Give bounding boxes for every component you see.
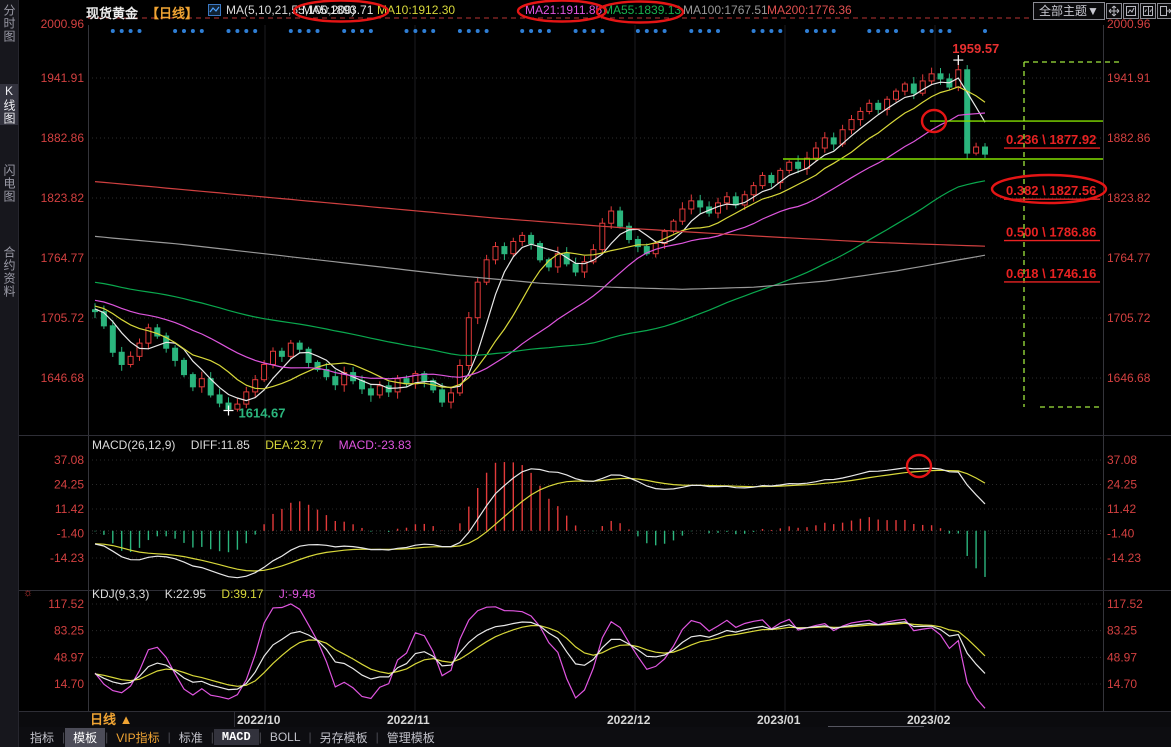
svg-text:-1.40: -1.40 bbox=[1107, 526, 1135, 540]
svg-text:24.25: 24.25 bbox=[54, 478, 84, 492]
month-label-2022/12: 2022/12 bbox=[607, 712, 650, 728]
macd-value: MACD:-23.83 bbox=[339, 438, 412, 452]
sidebar-item-1[interactable]: K线图 bbox=[0, 84, 18, 125]
svg-text:1646.68: 1646.68 bbox=[1107, 371, 1151, 385]
svg-text:1614.67: 1614.67 bbox=[239, 406, 286, 421]
kdj-title: KDJ(9,3,3) bbox=[92, 587, 149, 601]
tab-标准[interactable]: 标准 bbox=[171, 728, 211, 747]
svg-text:37.08: 37.08 bbox=[1107, 453, 1137, 467]
svg-text:1705.72: 1705.72 bbox=[41, 311, 85, 325]
svg-text:0.382 \ 1827.56: 0.382 \ 1827.56 bbox=[1006, 183, 1096, 198]
svg-text:83.25: 83.25 bbox=[54, 624, 84, 638]
axis-divider bbox=[234, 712, 235, 728]
period-selector[interactable]: 日线 ▲ bbox=[90, 712, 132, 728]
svg-text:1941.91: 1941.91 bbox=[41, 71, 85, 85]
svg-text:1959.57: 1959.57 bbox=[952, 41, 999, 56]
symbol-title: 现货黄金 bbox=[86, 3, 138, 19]
tab-VIP指标[interactable]: VIP指标 bbox=[108, 728, 167, 747]
svg-text:48.97: 48.97 bbox=[1107, 650, 1137, 664]
svg-text:83.25: 83.25 bbox=[1107, 624, 1137, 638]
panel-settings-icon[interactable]: ☼ bbox=[23, 587, 33, 599]
ma-value-0: MA5:1893.71 bbox=[302, 3, 373, 19]
sidebar-item-3[interactable]: 合约资料 bbox=[0, 246, 18, 298]
event-dots-row bbox=[111, 29, 987, 33]
macd-dea-value: DEA:23.77 bbox=[265, 438, 323, 452]
macd-header: MACD(26,12,9) DIFF:11.85 DEA:23.77 MACD:… bbox=[92, 438, 423, 452]
svg-text:1882.86: 1882.86 bbox=[41, 131, 85, 145]
month-label-2022/10: 2022/10 bbox=[237, 712, 280, 728]
tab-BOLL[interactable]: BOLL bbox=[262, 729, 309, 745]
svg-text:-1.40: -1.40 bbox=[57, 526, 85, 540]
move-tool-icon[interactable] bbox=[1106, 3, 1122, 19]
svg-text:1646.68: 1646.68 bbox=[41, 371, 85, 385]
svg-text:2000.96: 2000.96 bbox=[41, 17, 85, 31]
svg-text:14.70: 14.70 bbox=[54, 677, 84, 691]
svg-text:2000.96: 2000.96 bbox=[1107, 17, 1151, 31]
ma-value-2: MA21:1911.85 bbox=[525, 3, 602, 19]
month-label-2022/11: 2022/11 bbox=[387, 712, 430, 728]
tab-管理模板[interactable]: 管理模板 bbox=[379, 728, 443, 747]
chart-canvas[interactable]: 2000.96 2000.96 1941.91 1941.91 1882.86 1882.… bbox=[0, 0, 1171, 747]
sidebar-item-0[interactable]: 分时图 bbox=[0, 4, 18, 43]
gridlines bbox=[88, 18, 1103, 711]
trading-app-window: 2000.96 2000.96 1941.91 1941.91 1882.86 1882.… bbox=[0, 0, 1171, 747]
svg-text:1941.91: 1941.91 bbox=[1107, 71, 1151, 85]
pane-split-icon[interactable] bbox=[1140, 3, 1156, 19]
ma-value-1: MA10:1912.30 bbox=[377, 3, 455, 19]
svg-text:117.52: 117.52 bbox=[48, 597, 84, 611]
kdj-header: KDJ(9,3,3) K:22.95 D:39.17 J:-9.48 bbox=[92, 587, 327, 601]
svg-text:0.236 \ 1877.92: 0.236 \ 1877.92 bbox=[1006, 132, 1096, 147]
svg-text:24.25: 24.25 bbox=[1107, 478, 1137, 492]
month-label-2023/01: 2023/01 bbox=[757, 712, 800, 728]
period-tag: 【日线】 bbox=[146, 3, 198, 19]
svg-text:-14.23: -14.23 bbox=[50, 551, 84, 565]
panel-borders bbox=[18, 25, 1171, 711]
svg-text:1764.77: 1764.77 bbox=[41, 251, 85, 265]
svg-text:1823.82: 1823.82 bbox=[1107, 191, 1151, 205]
macd-layer bbox=[88, 462, 1103, 578]
tab-指标[interactable]: 指标 bbox=[22, 728, 62, 747]
pane-layout-icon[interactable] bbox=[1123, 3, 1139, 19]
svg-text:11.42: 11.42 bbox=[1107, 502, 1136, 516]
ma-value-3: MA55:1839.13 bbox=[603, 3, 681, 19]
svg-text:14.70: 14.70 bbox=[1107, 677, 1137, 691]
sidebar-item-2[interactable]: 闪电图 bbox=[0, 164, 18, 203]
svg-text:37.08: 37.08 bbox=[54, 453, 84, 467]
bottom-tab-bar: 指标|模板|VIP指标|标准|MACD|BOLL|另存模板|管理模板 bbox=[18, 727, 1171, 747]
tab-模板[interactable]: 模板 bbox=[65, 728, 105, 747]
svg-text:1823.82: 1823.82 bbox=[41, 191, 85, 205]
kdj-d-value: D:39.17 bbox=[221, 587, 263, 601]
svg-text:48.97: 48.97 bbox=[54, 650, 84, 664]
kdj-k-value: K:22.95 bbox=[165, 587, 206, 601]
svg-text:1764.77: 1764.77 bbox=[1107, 251, 1151, 265]
svg-text:-14.23: -14.23 bbox=[1107, 551, 1141, 565]
tab-另存模板[interactable]: 另存模板 bbox=[312, 728, 376, 747]
macd-title: MACD(26,12,9) bbox=[92, 438, 175, 452]
ma-value-5: MA200:1776.36 bbox=[767, 3, 852, 19]
svg-text:1882.86: 1882.86 bbox=[1107, 131, 1151, 145]
sidebar: 分时图 K线图闪电图合约资料 bbox=[0, 0, 19, 747]
kdj-layer bbox=[95, 604, 985, 708]
ma-value-4: MA100:1767.51 bbox=[683, 3, 768, 19]
tab-MACD[interactable]: MACD bbox=[214, 729, 259, 745]
svg-text:1705.72: 1705.72 bbox=[1107, 311, 1151, 325]
svg-text:117.52: 117.52 bbox=[1107, 597, 1143, 611]
macd-diff-value: DIFF:11.85 bbox=[191, 438, 250, 452]
svg-text:0.618 \ 1746.16: 0.618 \ 1746.16 bbox=[1006, 266, 1096, 281]
svg-text:11.42: 11.42 bbox=[55, 502, 84, 516]
svg-text:0.500 \ 1786.86: 0.500 \ 1786.86 bbox=[1006, 225, 1096, 240]
kdj-j-value: J:-9.48 bbox=[279, 587, 316, 601]
pane-export-icon[interactable] bbox=[1157, 3, 1171, 19]
theme-dropdown-button[interactable]: 全部主题▼ bbox=[1033, 2, 1105, 20]
candles-layer bbox=[93, 60, 988, 412]
